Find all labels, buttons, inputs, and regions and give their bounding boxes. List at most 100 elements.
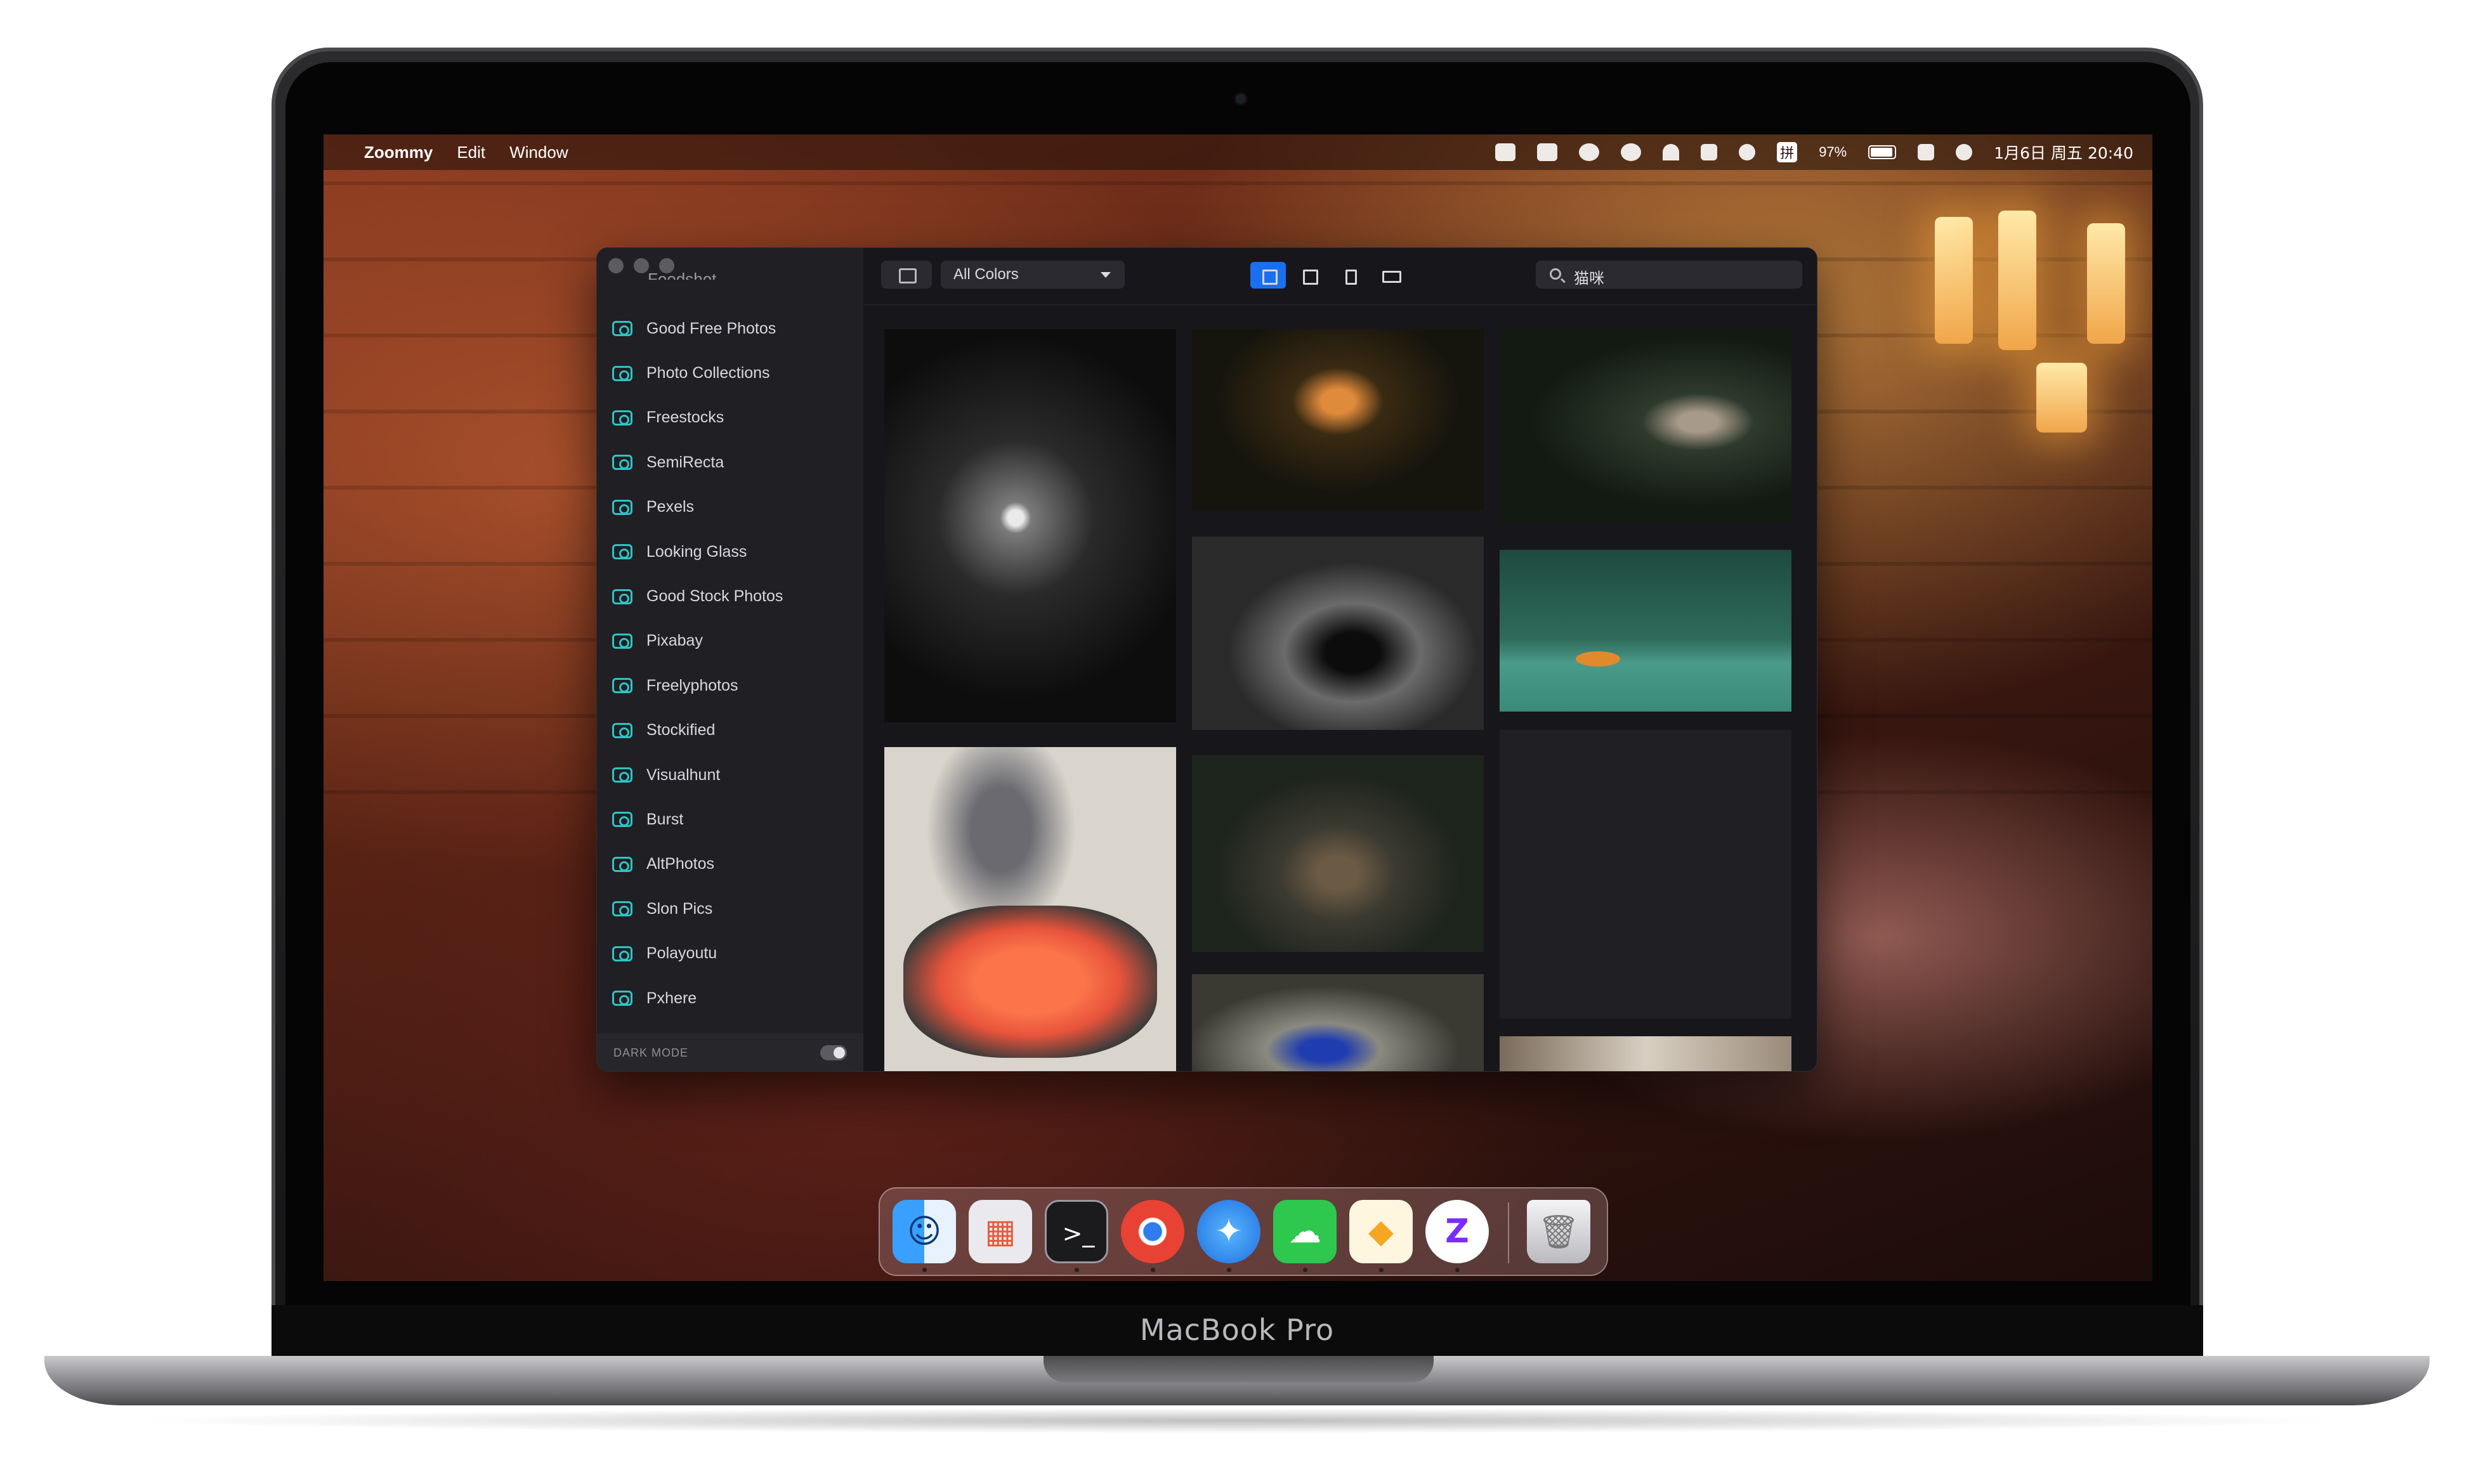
search-icon[interactable] <box>1739 144 1756 160</box>
chrome-icon[interactable]: ◉ <box>1121 1200 1184 1263</box>
sidebar: Foodshot Good Free Photos Photo Collecti… <box>597 248 863 1071</box>
square-view-icon[interactable] <box>1291 262 1326 289</box>
color-filter-select[interactable]: All Colors <box>941 261 1125 289</box>
sidebar-item-altphotos[interactable]: AltPhotos <box>597 842 863 887</box>
dark-mode-row: DARK MODE <box>597 1033 863 1071</box>
control-center-icon[interactable] <box>1918 144 1935 160</box>
battery-icon[interactable] <box>1868 145 1897 159</box>
sketch-icon[interactable]: ◆ <box>1349 1200 1413 1263</box>
launchpad-icon[interactable]: ▦ <box>969 1200 1032 1263</box>
sidebar-item-polayoutu[interactable]: Polayoutu <box>597 931 863 975</box>
running-indicator <box>1379 1268 1384 1272</box>
landscape-view-icon[interactable] <box>1372 262 1408 289</box>
portrait-view-icon[interactable] <box>1332 262 1367 289</box>
menubar-clock[interactable]: 1月6日 周五 20:40 <box>1994 141 2133 164</box>
sidebar-item-label: Burst <box>646 810 684 828</box>
input-method-icon[interactable]: 拼 <box>1777 142 1798 162</box>
camera-icon <box>612 455 632 471</box>
dock: ☺ ▦ >_ ◉ ✦ ☁ ◆ Z 🗑 <box>879 1187 1608 1276</box>
running-indicator <box>1151 1268 1155 1272</box>
camera-icon <box>612 856 632 872</box>
photo-tile[interactable] <box>1500 329 1791 523</box>
camera-icon <box>612 499 632 515</box>
close-button[interactable] <box>608 258 624 273</box>
terminal-icon[interactable]: >_ <box>1045 1200 1108 1263</box>
candle-decoration <box>1935 217 1973 344</box>
photo-tile[interactable] <box>1500 1036 1791 1071</box>
battery-percent: 97% <box>1819 144 1847 160</box>
sidebar-item-label: Photo Collections <box>646 364 770 382</box>
finder-icon[interactable]: ☺ <box>893 1200 956 1263</box>
zoommy-icon[interactable]: Z <box>1425 1200 1489 1263</box>
siri-icon[interactable] <box>1956 144 1973 160</box>
sidebar-item-stockified[interactable]: Stockified <box>597 708 863 753</box>
brand-label: MacBook Pro <box>1139 1313 1335 1347</box>
notification-icon[interactable] <box>1537 143 1558 161</box>
sidebar-item-photo-collections[interactable]: Photo Collections <box>597 351 863 395</box>
camera-icon <box>612 946 632 961</box>
dark-mode-toggle[interactable] <box>820 1045 847 1060</box>
sidebar-item-visualhunt[interactable]: Visualhunt <box>597 753 863 797</box>
lid-opening-notch <box>1044 1356 1434 1383</box>
sidebar-item-pexels[interactable]: Pexels <box>597 485 863 530</box>
wechat-icon[interactable]: ☁ <box>1273 1200 1337 1263</box>
photo-tile[interactable] <box>1192 329 1484 510</box>
camera-icon <box>612 901 632 917</box>
camera-icon <box>612 678 632 694</box>
chevron-down-icon <box>1101 272 1111 278</box>
toolbar: All Colors 猫咪 <box>863 248 1817 305</box>
sidebar-item-burst[interactable]: Burst <box>597 797 863 842</box>
dock-separator <box>1508 1202 1509 1263</box>
grid-view-icon[interactable] <box>1250 262 1286 289</box>
sidebar-item-slon-pics[interactable]: Slon Pics <box>597 887 863 931</box>
camera <box>1234 92 1248 106</box>
running-indicator <box>1455 1268 1460 1272</box>
photo-tile[interactable] <box>1192 755 1484 952</box>
running-indicator <box>922 1268 927 1272</box>
sidebar-item-pxhere[interactable]: Pxhere <box>597 976 863 1020</box>
running-indicator <box>1075 1268 1079 1272</box>
photo-tile[interactable] <box>1192 974 1484 1071</box>
app-menu[interactable]: Zoommy <box>364 143 433 162</box>
source-list: Good Free Photos Photo Collections Frees… <box>597 306 863 1020</box>
sidebar-item-freelyphotos[interactable]: Freelyphotos <box>597 663 863 708</box>
photo-tile[interactable] <box>1192 537 1484 730</box>
dark-mode-label: DARK MODE <box>613 1046 689 1059</box>
photo-tile[interactable] <box>1500 550 1791 712</box>
safari-icon[interactable]: ✦ <box>1197 1200 1260 1263</box>
picture-icon[interactable] <box>1495 143 1516 161</box>
camera-icon <box>612 991 632 1006</box>
camera-icon <box>612 365 632 381</box>
desktop-screen: Zoommy Edit Window 拼 97% 1月6日 周五 20:40 F… <box>324 134 2152 1281</box>
sidebar-item-label: Pexels <box>646 498 695 516</box>
photo-tile[interactable] <box>884 329 1176 722</box>
sidebar-item-semirecta[interactable]: SemiRecta <box>597 440 863 485</box>
wifi-icon[interactable] <box>1663 144 1680 160</box>
photo-tile[interactable] <box>884 747 1176 1071</box>
trash-icon[interactable]: 🗑 <box>1527 1200 1590 1263</box>
search-input[interactable]: 猫咪 <box>1536 261 1802 289</box>
user-icon[interactable] <box>1621 143 1642 161</box>
sidebar-item-label: SemiRecta <box>646 453 724 471</box>
window-menu[interactable]: Window <box>509 143 568 162</box>
camera-icon <box>612 589 632 604</box>
sidebar-item-label: Looking Glass <box>646 542 747 561</box>
color-filter-value: All Colors <box>953 266 1019 283</box>
sidebar-item-pixabay[interactable]: Pixabay <box>597 619 863 663</box>
candle-decoration <box>2087 223 2125 344</box>
minimize-button[interactable] <box>634 258 649 273</box>
camera-icon <box>612 812 632 828</box>
wechat-icon[interactable] <box>1579 143 1600 161</box>
volume-icon[interactable] <box>1701 144 1718 160</box>
sidebar-item-cut-off[interactable]: Foodshot <box>648 270 716 280</box>
sidebar-toggle-button[interactable] <box>881 261 932 289</box>
sidebar-item-looking-glass[interactable]: Looking Glass <box>597 530 863 574</box>
sidebar-item-freestocks[interactable]: Freestocks <box>597 396 863 440</box>
sidebar-item-good-stock-photos[interactable]: Good Stock Photos <box>597 574 863 618</box>
sidebar-item-good-free-photos[interactable]: Good Free Photos <box>597 306 863 351</box>
sidebar-item-label: Stockified <box>646 721 716 739</box>
sidebar-item-label: Freelyphotos <box>646 676 738 694</box>
camera-icon <box>612 633 632 649</box>
zoommy-window: Foodshot Good Free Photos Photo Collecti… <box>596 247 1817 1072</box>
edit-menu[interactable]: Edit <box>457 143 485 162</box>
